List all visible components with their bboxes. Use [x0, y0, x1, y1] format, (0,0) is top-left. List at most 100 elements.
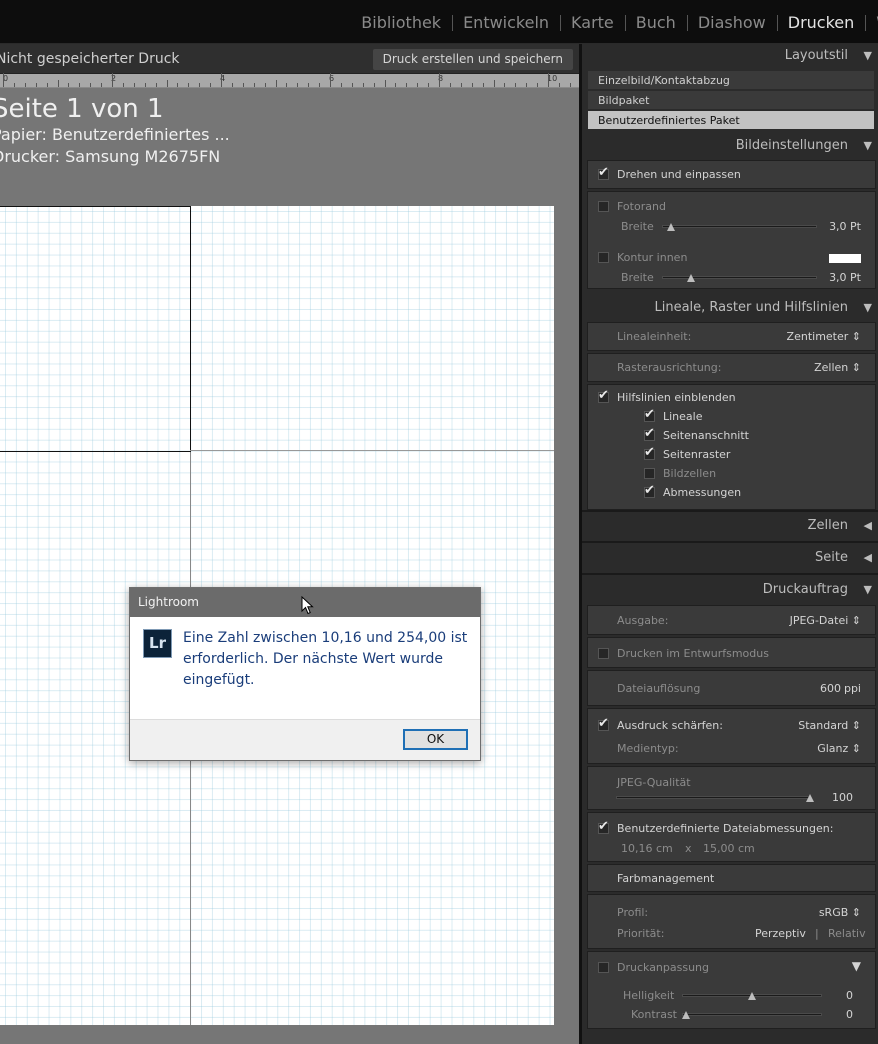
layout-style-benutzerdefiniert[interactable]: Benutzerdefiniertes Paket	[588, 111, 874, 130]
profile-select[interactable]: sRGB ⇕	[819, 906, 861, 919]
rotate-fit-label: Drehen und einpassen	[617, 168, 741, 181]
layoutstil-title: Layoutstil	[784, 48, 848, 63]
ruler-unit-select[interactable]: Zentimeter ⇕	[787, 330, 861, 343]
profile-section: Profil: sRGB ⇕ Priorität: Perzeptiv | Re…	[587, 894, 876, 949]
slider-thumb[interactable]	[748, 992, 756, 1000]
brightness-value: 0	[846, 989, 853, 1002]
slider-thumb[interactable]	[666, 223, 675, 231]
kontur-color-swatch[interactable]	[829, 254, 861, 263]
layout-style-einzelbild[interactable]: Einzelbild/Kontaktabzug	[588, 71, 874, 90]
page-count-title: Seite 1 von 1	[0, 94, 164, 124]
contrast-slider[interactable]	[681, 1011, 822, 1019]
kontur-width-slider[interactable]	[662, 274, 817, 282]
dialog-footer: OK	[130, 719, 480, 760]
guide-bleed-checkbox[interactable]	[644, 426, 655, 441]
kontur-label: Kontur innen	[617, 251, 688, 264]
priority-perceptual[interactable]: Perzeptiv	[755, 927, 806, 940]
slider-thumb[interactable]	[806, 794, 814, 802]
collapse-triangle-icon: ▼	[863, 49, 872, 62]
fotorand-width-slider[interactable]	[662, 223, 817, 231]
guide-rulers-checkbox[interactable]	[644, 407, 655, 422]
print-adjustment-section: Druckanpassung ▼ Helligkeit 0 Kontrast 0	[587, 951, 876, 1029]
bildeinstellungen-header[interactable]: Bildeinstellungen ▼	[582, 134, 878, 158]
guide-image-cells-checkbox[interactable]	[644, 468, 655, 479]
show-guides-checkbox[interactable]	[598, 388, 609, 403]
output-select[interactable]: JPEG-Datei ⇕	[790, 614, 861, 627]
slider-thumb[interactable]	[681, 1011, 690, 1019]
druckauftrag-header[interactable]: Druckauftrag ▼	[582, 578, 878, 602]
ruler-tick	[395, 83, 397, 87]
jpeg-quality-slider[interactable]	[616, 794, 814, 802]
color-management-label: Farbmanagement	[617, 872, 715, 885]
ruler-tick	[112, 73, 113, 87]
grid-snap-select[interactable]: Zellen ⇕	[814, 361, 861, 374]
guide-line-horizontal	[190, 450, 554, 451]
sharpen-select[interactable]: Standard ⇕	[798, 719, 861, 732]
sharpen-section: Ausdruck schärfen: Standard ⇕ Medientyp:…	[587, 708, 876, 764]
lightroom-logo-icon: Lr	[143, 629, 172, 658]
custom-dimensions-checkbox[interactable]	[598, 819, 609, 834]
ruler-tick	[221, 73, 222, 87]
ruler-tick	[166, 80, 168, 87]
slider-thumb[interactable]	[686, 274, 695, 282]
guide-dimensions-checkbox[interactable]	[644, 483, 655, 498]
priority-relative[interactable]: Relativ	[828, 927, 866, 940]
fotorand-width-label: Breite	[621, 220, 654, 233]
ruler-tick	[122, 83, 124, 87]
contrast-value: 0	[846, 1008, 853, 1021]
fotorand-checkbox[interactable]	[598, 201, 609, 212]
ok-button[interactable]: OK	[403, 729, 468, 750]
horizontal-ruler: 0 2 4 6 8 10	[0, 73, 579, 88]
kontur-checkbox[interactable]	[598, 252, 609, 263]
ruler-tick	[471, 83, 473, 87]
image-cell[interactable]	[0, 206, 191, 452]
paper-info: Papier: Benutzerdefiniertes ...	[0, 125, 230, 144]
guide-page-grid-label: Seitenraster	[663, 448, 731, 461]
ruler-tick	[558, 83, 560, 87]
save-print-button[interactable]: Druck erstellen und speichern	[372, 49, 573, 70]
draft-mode-checkbox[interactable]	[598, 648, 609, 659]
module-bibliothek[interactable]: Bibliothek	[350, 13, 452, 32]
seite-header[interactable]: Seite ◀	[582, 546, 878, 570]
module-entwickeln[interactable]: Entwickeln	[452, 13, 560, 32]
ruler-tick	[90, 83, 92, 87]
guide-page-grid-checkbox[interactable]	[644, 445, 655, 460]
module-diashow[interactable]: Diashow	[686, 13, 777, 32]
media-type-label: Medientyp:	[617, 742, 679, 755]
dimension-width[interactable]: 10,16 cm	[621, 842, 673, 855]
rotate-fit-checkbox[interactable]	[598, 165, 609, 180]
ruler-tick	[79, 83, 81, 87]
ruler-unit-section: Linealeinheit: Zentimeter ⇕	[587, 322, 876, 351]
zellen-header[interactable]: Zellen ◀	[582, 514, 878, 538]
resolution-label: Dateiauflösung	[617, 682, 701, 695]
custom-dimensions-label: Benutzerdefinierte Dateiabmessungen:	[617, 822, 834, 835]
print-adjustment-checkbox[interactable]	[598, 962, 609, 973]
ruler-tick	[439, 73, 440, 87]
layoutstil-header[interactable]: Layoutstil ▼	[582, 44, 878, 68]
module-buch[interactable]: Buch	[624, 13, 687, 32]
media-type-select[interactable]: Glanz ⇕	[817, 742, 861, 755]
module-drucken[interactable]: Drucken	[776, 13, 866, 32]
profile-label: Profil:	[617, 906, 649, 919]
brightness-slider[interactable]	[682, 992, 822, 1000]
resolution-value[interactable]: 600	[820, 682, 841, 695]
layout-style-bildpaket[interactable]: Bildpaket	[588, 91, 874, 110]
lineale-header[interactable]: Lineale, Raster und Hilfslinien ▼	[582, 296, 878, 320]
ruler-unit-label: Linealeinheit:	[617, 330, 692, 343]
ruler-tick	[35, 83, 37, 87]
jpeg-quality-value[interactable]: 100	[832, 791, 853, 804]
mouse-cursor-icon	[301, 596, 314, 615]
collapse-triangle-icon[interactable]: ▼	[852, 959, 861, 973]
ruler-tick	[199, 83, 201, 87]
ruler-tick	[526, 83, 528, 87]
guide-image-cells-label: Bildzellen	[663, 467, 717, 480]
ruler-tick	[406, 83, 408, 87]
ruler-tick	[340, 83, 342, 87]
module-web[interactable]: We	[865, 13, 878, 32]
kontur-width-value: 3,0 Pt	[829, 271, 861, 284]
guide-dimensions-label: Abmessungen	[663, 486, 742, 499]
dimension-height[interactable]: 15,00 cm	[703, 842, 755, 855]
ruler-tick	[417, 83, 419, 87]
module-karte[interactable]: Karte	[560, 13, 625, 32]
sharpen-checkbox[interactable]	[598, 716, 609, 731]
